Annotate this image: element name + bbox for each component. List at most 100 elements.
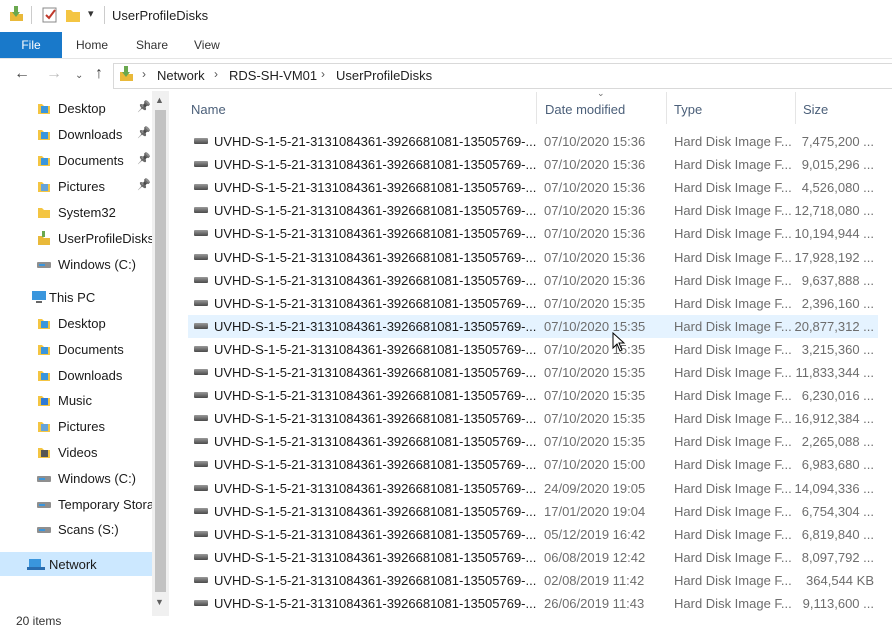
file-name: UVHD-S-1-5-21-3131084361-3926681081-1350… (214, 457, 537, 473)
file-size: 9,113,600 ... (802, 596, 874, 611)
table-row[interactable]: UVHD-S-1-5-21-3131084361-3926681081-1350… (188, 453, 878, 476)
file-size: 16,912,384 ... (794, 411, 874, 427)
table-row[interactable]: UVHD-S-1-5-21-3131084361-3926681081-1350… (188, 269, 878, 292)
customize-toolbar-chevron-icon[interactable]: ▾ (88, 7, 94, 20)
network-folder-icon[interactable] (8, 6, 24, 24)
sidebar-item-pictures[interactable]: Pictures (0, 414, 152, 438)
up-arrow-icon[interactable]: ↑ (95, 65, 103, 83)
sidebar-item-music[interactable]: Music (0, 388, 152, 412)
breadcrumb-rds-sh-vm01[interactable]: RDS-SH-VM01 (229, 68, 317, 83)
table-row[interactable]: UVHD-S-1-5-21-3131084361-3926681081-1350… (188, 384, 878, 407)
sidebar-item-windows-c[interactable]: Windows (C:) (0, 466, 152, 490)
table-row[interactable]: UVHD-S-1-5-21-3131084361-3926681081-1350… (188, 292, 878, 315)
scroll-up-arrow-icon[interactable]: ▲ (155, 95, 164, 105)
hard-disk-image-icon (194, 415, 208, 422)
pin-icon[interactable]: 📌 (137, 178, 151, 191)
file-tab[interactable]: File (0, 32, 62, 58)
recent-locations-chevron-icon[interactable]: ⌄ (75, 70, 83, 81)
tab-home[interactable]: Home (76, 38, 108, 52)
file-size: 6,983,680 ... (801, 457, 874, 473)
file-name: UVHD-S-1-5-21-3131084361-3926681081-1350… (214, 549, 537, 565)
file-name: UVHD-S-1-5-21-3131084361-3926681081-1350… (214, 226, 537, 242)
hard-disk-image-icon (194, 461, 208, 468)
pin-icon[interactable]: 📌 (137, 152, 151, 165)
column-divider[interactable] (795, 92, 796, 124)
desktop-folder-icon (38, 319, 50, 329)
file-type: Hard Disk Image F... (674, 411, 792, 427)
sidebar-item-windows-c[interactable]: Windows (C:) (0, 252, 152, 276)
table-row[interactable]: UVHD-S-1-5-21-3131084361-3926681081-1350… (188, 546, 878, 569)
sidebar-item-this-pc[interactable]: This PC (0, 285, 152, 309)
table-row[interactable]: UVHD-S-1-5-21-3131084361-3926681081-1350… (188, 361, 878, 384)
breadcrumb-separator-icon[interactable]: › (321, 67, 325, 81)
table-row[interactable]: UVHD-S-1-5-21-3131084361-3926681081-1350… (188, 592, 878, 615)
sidebar-item-label: Downloads (58, 127, 123, 142)
breadcrumb-network[interactable]: Network (157, 68, 205, 83)
sidebar-item-label: Music (58, 393, 92, 409)
table-row[interactable]: UVHD-S-1-5-21-3131084361-3926681081-1350… (188, 569, 878, 592)
table-row[interactable]: UVHD-S-1-5-21-3131084361-3926681081-1350… (188, 314, 878, 338)
sidebar-item-downloads[interactable]: Downloads 📌 (0, 122, 152, 146)
sidebar-item-documents[interactable]: Documents (0, 337, 152, 361)
sidebar-item-downloads[interactable]: Downloads (0, 363, 152, 387)
sidebar-item-pictures[interactable]: Pictures 📌 (0, 174, 152, 198)
table-row[interactable]: UVHD-S-1-5-21-3131084361-3926681081-1350… (188, 477, 878, 500)
pin-icon[interactable]: 📌 (137, 126, 151, 139)
window-title: UserProfileDisks (112, 8, 209, 23)
tab-view[interactable]: View (194, 38, 220, 52)
scroll-down-arrow-icon[interactable]: ▼ (155, 597, 164, 607)
breadcrumb-separator-icon[interactable]: › (142, 67, 146, 81)
column-divider[interactable] (536, 92, 537, 124)
breadcrumb-userprofiledisks[interactable]: UserProfileDisks (336, 68, 432, 83)
file-name: UVHD-S-1-5-21-3131084361-3926681081-1350… (214, 318, 537, 334)
status-item-count: 20 items (16, 614, 62, 628)
sidebar-item-userprofiledisks[interactable]: UserProfileDisks (0, 226, 154, 250)
table-row[interactable]: UVHD-S-1-5-21-3131084361-3926681081-1350… (188, 246, 878, 269)
sidebar-item-desktop[interactable]: Desktop 📌 (0, 96, 152, 120)
file-type: Hard Disk Image F... (674, 596, 792, 611)
table-row[interactable]: UVHD-S-1-5-21-3131084361-3926681081-1350… (188, 523, 878, 546)
table-row[interactable]: UVHD-S-1-5-21-3131084361-3926681081-1350… (188, 430, 878, 453)
table-row[interactable]: UVHD-S-1-5-21-3131084361-3926681081-1350… (188, 199, 878, 222)
table-row[interactable]: UVHD-S-1-5-21-3131084361-3926681081-1350… (188, 338, 878, 361)
sidebar-scrollbar-thumb[interactable] (155, 110, 166, 592)
sidebar-item-videos[interactable]: Videos (0, 440, 152, 464)
file-name: UVHD-S-1-5-21-3131084361-3926681081-1350… (214, 203, 537, 219)
pin-icon[interactable]: 📌 (137, 100, 151, 113)
hard-disk-image-icon (194, 184, 208, 191)
sidebar-item-temporary-stora[interactable]: Temporary Stora (0, 492, 154, 516)
sidebar-item-documents[interactable]: Documents 📌 (0, 148, 152, 172)
downloads-folder-icon (38, 370, 50, 381)
tab-share[interactable]: Share (136, 38, 168, 52)
file-name: UVHD-S-1-5-21-3131084361-3926681081-1350… (214, 572, 537, 588)
file-type: Hard Disk Image F... (674, 572, 792, 588)
network-icon (27, 559, 45, 570)
file-size: 2,265,088 ... (801, 434, 874, 450)
file-date-modified: 05/12/2019 16:42 (544, 526, 646, 542)
table-row[interactable]: UVHD-S-1-5-21-3131084361-3926681081-1350… (188, 153, 878, 176)
sidebar-item-scans-s[interactable]: Scans (S:) (0, 517, 152, 541)
table-row[interactable]: UVHD-S-1-5-21-3131084361-3926681081-1350… (188, 407, 878, 430)
file-date-modified: 07/10/2020 15:35 (544, 341, 646, 357)
sidebar-item-system32[interactable]: System32 (0, 200, 152, 224)
table-row[interactable]: UVHD-S-1-5-21-3131084361-3926681081-1350… (188, 222, 878, 245)
sidebar-item-desktop[interactable]: Desktop (0, 311, 152, 335)
file-size: 10,194,944 ... (794, 226, 874, 242)
properties-icon[interactable] (42, 7, 58, 23)
drive-icon (37, 262, 51, 268)
forward-arrow-icon[interactable]: → (46, 65, 62, 83)
hard-disk-image-icon (194, 230, 208, 237)
sidebar-item-label: Documents (58, 341, 124, 357)
table-row[interactable]: UVHD-S-1-5-21-3131084361-3926681081-1350… (188, 130, 878, 153)
column-divider[interactable] (666, 92, 667, 124)
breadcrumb-separator-icon[interactable]: › (214, 67, 218, 81)
table-row[interactable]: UVHD-S-1-5-21-3131084361-3926681081-1350… (188, 500, 878, 523)
back-arrow-icon[interactable]: ← (14, 65, 30, 83)
sidebar-item-network[interactable]: Network (0, 552, 152, 576)
file-size: 4,526,080 ... (801, 180, 874, 196)
table-row[interactable]: UVHD-S-1-5-21-3131084361-3926681081-1350… (188, 176, 878, 199)
file-name: UVHD-S-1-5-21-3131084361-3926681081-1350… (214, 503, 537, 519)
file-date-modified: 07/10/2020 15:36 (544, 180, 646, 196)
new-folder-icon[interactable] (65, 7, 81, 23)
sidebar-item-label: Desktop (58, 101, 106, 116)
